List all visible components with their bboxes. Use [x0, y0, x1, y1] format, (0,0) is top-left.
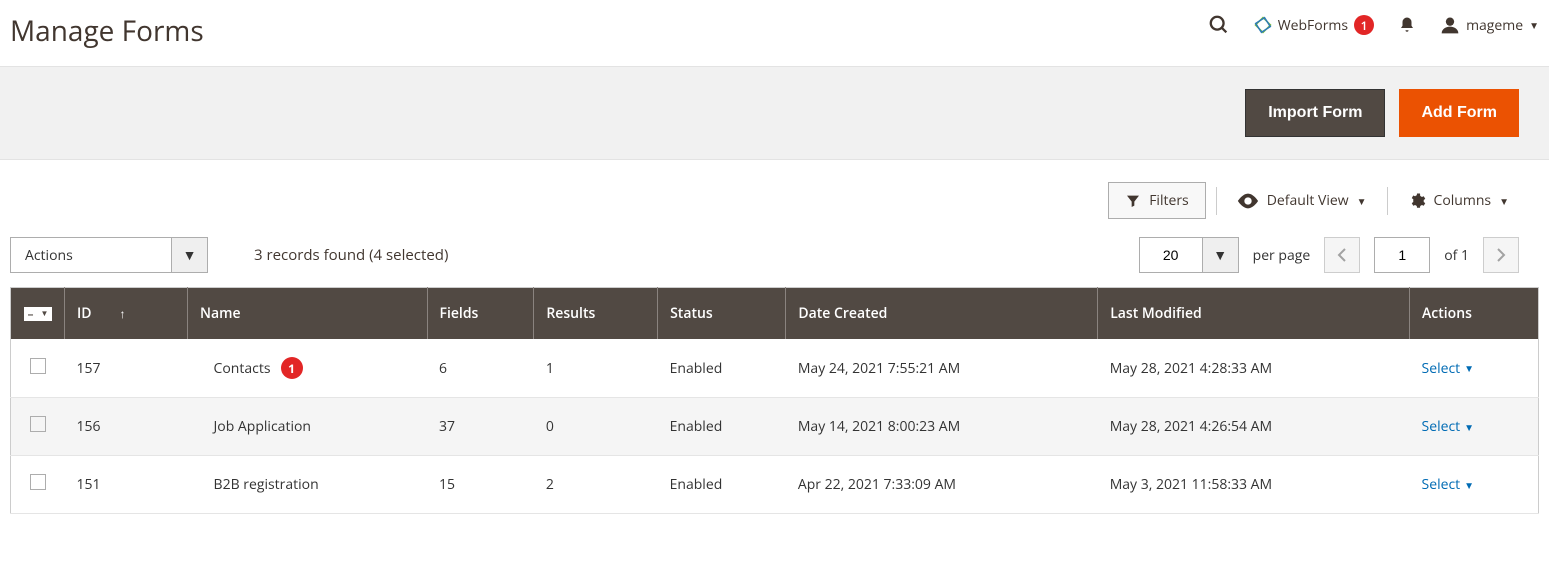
table-row[interactable]: 151 B2B registration 15 2 Enabled Apr 22… [11, 456, 1539, 514]
cell-fields: 6 [427, 339, 534, 398]
row-action-select[interactable]: Select ▼ [1422, 475, 1475, 494]
webforms-label: WebForms [1278, 16, 1348, 35]
columns-button[interactable]: Columns ▼ [1398, 191, 1520, 210]
cell-modified: May 28, 2021 4:28:33 AM [1098, 339, 1410, 398]
col-status[interactable]: Status [658, 288, 786, 340]
page-title: Manage Forms [10, 8, 204, 54]
webforms-link[interactable]: WebForms 1 [1254, 15, 1374, 35]
cell-created: Apr 22, 2021 7:33:09 AM [786, 456, 1098, 514]
cell-id: 157 [65, 339, 188, 398]
table-row[interactable]: 156 Job Application 37 0 Enabled May 14,… [11, 398, 1539, 456]
controls-row: Filters Default View ▼ Columns ▼ [0, 160, 1549, 227]
cell-created: May 14, 2021 8:00:23 AM [786, 398, 1098, 456]
chevron-down-icon: ▼ [1464, 478, 1474, 492]
col-date-created[interactable]: Date Created [786, 288, 1098, 340]
filter-icon [1125, 193, 1141, 209]
cell-modified: May 28, 2021 4:26:54 AM [1098, 398, 1410, 456]
records-found: 3 records found (4 selected) [254, 245, 448, 265]
toolbar: Import Form Add Form [0, 66, 1549, 160]
gear-icon [1408, 192, 1426, 210]
cell-status: Enabled [658, 456, 786, 514]
next-page-button[interactable] [1483, 237, 1519, 273]
cell-name: Job Application [188, 398, 427, 456]
separator [1387, 187, 1388, 215]
row-action-select[interactable]: Select ▼ [1422, 417, 1475, 436]
eye-icon [1237, 193, 1259, 209]
header-actions: WebForms 1 mageme ▼ [1208, 8, 1539, 36]
cell-id: 156 [65, 398, 188, 456]
webforms-icon [1254, 16, 1272, 34]
cell-name: Contacts1 [188, 339, 427, 398]
col-results[interactable]: Results [534, 288, 658, 340]
col-last-modified[interactable]: Last Modified [1098, 288, 1410, 340]
row-action-select[interactable]: Select ▼ [1422, 359, 1475, 378]
bulk-actions-select[interactable]: Actions ▼ [10, 237, 208, 273]
import-form-button[interactable]: Import Form [1245, 89, 1385, 137]
add-form-button[interactable]: Add Form [1399, 89, 1519, 137]
bulk-actions-label: Actions [11, 246, 171, 265]
cell-fields: 15 [427, 456, 534, 514]
sort-asc-icon: ↑ [120, 305, 126, 322]
separator [1216, 187, 1217, 215]
chevron-down-icon: ▼ [1464, 420, 1474, 434]
webforms-badge: 1 [1354, 15, 1374, 35]
col-name[interactable]: Name [188, 288, 427, 340]
filters-button[interactable]: Filters [1108, 182, 1206, 219]
cell-modified: May 3, 2021 11:58:33 AM [1098, 456, 1410, 514]
chevron-down-icon: ▼ [1357, 194, 1367, 208]
of-pages-label: of 1 [1444, 246, 1469, 265]
cell-results: 1 [534, 339, 658, 398]
page-size-input[interactable] [1140, 238, 1202, 272]
chevron-down-icon: ▼ [1529, 18, 1539, 32]
col-fields[interactable]: Fields [427, 288, 534, 340]
notifications-icon[interactable] [1398, 15, 1416, 35]
search-icon[interactable] [1208, 14, 1230, 36]
user-icon [1440, 15, 1460, 35]
page-size-select[interactable]: ▼ [1139, 237, 1239, 273]
per-page-label: per page [1253, 246, 1311, 265]
user-menu[interactable]: mageme ▼ [1440, 15, 1539, 35]
chevron-down-icon: ▼ [1499, 194, 1509, 208]
row-checkbox[interactable] [30, 416, 46, 432]
row-checkbox[interactable] [30, 358, 46, 374]
default-view-label: Default View [1267, 191, 1349, 210]
cell-created: May 24, 2021 7:55:21 AM [786, 339, 1098, 398]
chevron-right-icon [1496, 248, 1506, 262]
cell-results: 0 [534, 398, 658, 456]
current-page-input[interactable] [1374, 237, 1430, 273]
cell-fields: 37 [427, 398, 534, 456]
cell-status: Enabled [658, 398, 786, 456]
filters-label: Filters [1149, 191, 1189, 210]
chevron-down-icon: ▼ [1464, 361, 1474, 375]
cell-name: B2B registration [188, 456, 427, 514]
prev-page-button[interactable] [1324, 237, 1360, 273]
cell-status: Enabled [658, 339, 786, 398]
col-id[interactable]: ID↑ [65, 288, 188, 340]
cell-results: 2 [534, 456, 658, 514]
mid-row: Actions ▼ 3 records found (4 selected) ▼… [0, 227, 1549, 287]
chevron-left-icon [1337, 248, 1347, 262]
chevron-down-icon: ▼ [1202, 238, 1238, 272]
cell-id: 151 [65, 456, 188, 514]
default-view-button[interactable]: Default View ▼ [1227, 191, 1377, 210]
username: mageme [1466, 16, 1523, 35]
table-row[interactable]: 157 Contacts1 6 1 Enabled May 24, 2021 7… [11, 339, 1539, 398]
chevron-down-icon: ▼ [171, 238, 207, 272]
row-checkbox[interactable] [30, 474, 46, 490]
columns-label: Columns [1434, 191, 1492, 210]
row-badge: 1 [281, 357, 303, 379]
forms-table: –▼ ID↑ Name Fields Results Status Date C… [10, 287, 1539, 514]
col-actions: Actions [1410, 288, 1539, 340]
select-all-header[interactable]: –▼ [11, 288, 65, 340]
